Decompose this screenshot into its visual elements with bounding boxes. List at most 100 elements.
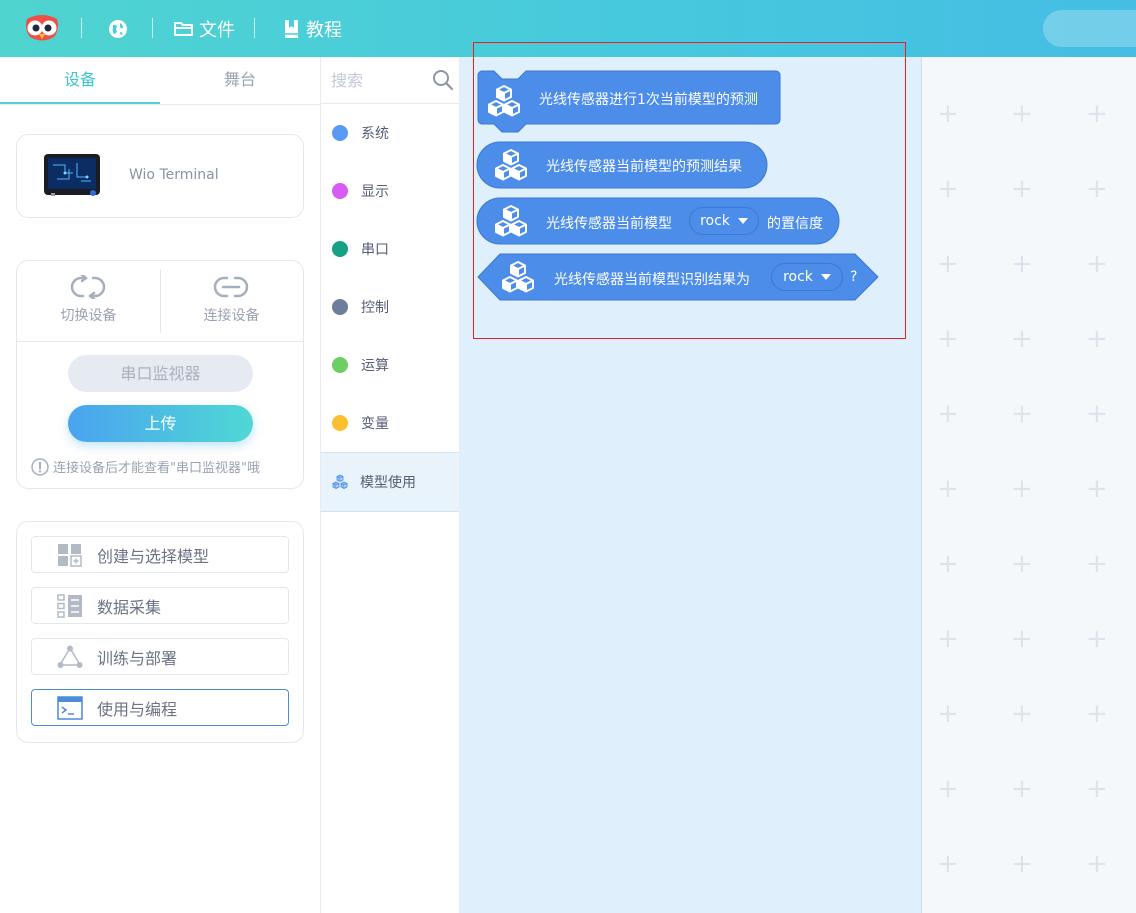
category-label: 控制 — [361, 300, 389, 316]
folder-icon — [174, 22, 193, 36]
category-color-dot — [332, 241, 348, 257]
connect-device-label: 连接设备 — [203, 308, 260, 324]
grid-plus-mark: + — [1011, 549, 1033, 579]
category-operators[interactable]: 运算 — [321, 336, 459, 394]
switch-icon — [70, 275, 106, 299]
toolbar-divider — [152, 18, 153, 38]
prediction-result-block-text: 光线传感器当前模型的预测结果 — [546, 159, 742, 175]
category-system[interactable]: 系统 — [321, 104, 459, 162]
cubes-icon — [495, 205, 527, 237]
grid-plus-mark: + — [1086, 324, 1108, 354]
train-deploy-button[interactable]: 训练与部署 — [31, 638, 289, 675]
terminal-icon — [57, 695, 83, 720]
triangle-nodes-icon — [57, 645, 83, 668]
tutorial-menu-label: 教程 — [306, 20, 342, 41]
cubes-icon — [495, 149, 527, 181]
use-program-button[interactable]: 使用与编程 — [31, 689, 289, 726]
book-icon — [285, 20, 298, 38]
is-result-block-text-after: ? — [850, 269, 858, 285]
caret-down-icon — [737, 218, 748, 224]
account-pill[interactable] — [1043, 10, 1136, 47]
grid-plus-mark: + — [937, 324, 959, 354]
grid-plus-mark: + — [937, 624, 959, 654]
grid-plus-mark: + — [1086, 249, 1108, 279]
search-icon[interactable] — [432, 69, 454, 91]
predict-once-block-text: 光线传感器进行1次当前模型的预测 — [539, 92, 758, 108]
code-workspace[interactable]: + + + + + + + + + + + + + + + + + + + + + + + + + + + + + + + + + — [922, 57, 1136, 913]
category-label: 模型使用 — [360, 475, 416, 491]
file-menu[interactable]: 文件 — [174, 16, 235, 42]
cubes-icon — [488, 85, 520, 117]
connect-device-button[interactable]: 连接设备 — [160, 261, 303, 341]
grid-plus-mark: + — [1086, 174, 1108, 204]
grid-plus-mark: + — [937, 174, 959, 204]
data-list-icon — [57, 593, 82, 618]
grid-plus-mark: + — [1086, 849, 1108, 879]
create-model-label: 创建与选择模型 — [97, 546, 210, 566]
grid-plus-mark: + — [1011, 174, 1033, 204]
category-serial[interactable]: 串口 — [321, 220, 459, 278]
top-bar: 文件 教程 — [0, 0, 1136, 57]
owl-logo-icon[interactable] — [24, 13, 60, 43]
device-name: Wio Terminal — [129, 167, 219, 183]
class-dropdown-value: rock — [700, 213, 730, 229]
panel-tabs: 设备 舞台 — [0, 57, 320, 105]
category-color-dot — [332, 415, 348, 431]
link-icon — [213, 276, 249, 298]
category-label: 串口 — [361, 242, 389, 258]
category-display[interactable]: 显示 — [321, 162, 459, 220]
data-collection-button[interactable]: 数据采集 — [31, 587, 289, 624]
grid-plus-mark: + — [1086, 399, 1108, 429]
create-model-button[interactable]: 创建与选择模型 — [31, 536, 289, 573]
train-deploy-label: 训练与部署 — [97, 648, 178, 668]
category-color-dot — [332, 183, 348, 199]
tutorial-menu[interactable]: 教程 — [283, 16, 342, 42]
category-variables[interactable]: 变量 — [321, 394, 459, 452]
device-card[interactable]: Wio Terminal — [16, 134, 304, 218]
grid-plus-mark: + — [937, 549, 959, 579]
divider — [17, 341, 303, 342]
toolbar-divider — [81, 18, 82, 38]
globe-icon[interactable] — [108, 19, 128, 39]
search-input[interactable] — [329, 67, 428, 93]
grid-plus-mark: + — [1011, 774, 1033, 804]
switch-device-button[interactable]: 切换设备 — [17, 261, 160, 341]
data-collection-label: 数据采集 — [97, 597, 162, 617]
switch-device-label: 切换设备 — [60, 308, 117, 324]
category-label: 运算 — [361, 358, 389, 374]
confidence-block-text-after: 的置信度 — [767, 216, 823, 232]
class-dropdown-value: rock — [783, 269, 813, 285]
tab-device[interactable]: 设备 — [0, 57, 160, 104]
category-label: 系统 — [361, 126, 389, 142]
upload-button[interactable]: 上传 — [68, 405, 253, 442]
category-model-use[interactable]: 模型使用 — [321, 452, 459, 512]
class-dropdown[interactable]: rock — [689, 207, 759, 235]
category-color-dot — [332, 357, 348, 373]
grid-plus-mark: + — [1011, 474, 1033, 504]
model-grid-icon — [58, 543, 82, 567]
wio-terminal-image — [44, 154, 100, 196]
grid-plus-mark: + — [1011, 399, 1033, 429]
file-menu-label: 文件 — [199, 20, 235, 41]
block-categories: 系统 显示 串口 控制 运算 变量 模型使用 — [321, 57, 460, 913]
grid-plus-mark: + — [937, 699, 959, 729]
device-panel: 设备 舞台 Wio Terminal 切换设备 连接设备 串口监视器 上传 连接… — [0, 57, 321, 913]
grid-plus-mark: + — [1086, 549, 1108, 579]
info-icon — [31, 457, 49, 476]
grid-plus-mark: + — [1011, 624, 1033, 654]
class-dropdown[interactable]: rock — [771, 263, 843, 291]
serial-monitor-button[interactable]: 串口监视器 — [68, 355, 253, 392]
grid-plus-mark: + — [937, 474, 959, 504]
grid-plus-mark: + — [937, 99, 959, 129]
use-program-label: 使用与编程 — [97, 699, 178, 719]
category-color-dot — [332, 299, 348, 315]
cubes-icon — [502, 261, 534, 293]
grid-plus-mark: + — [937, 399, 959, 429]
grid-plus-mark: + — [1011, 699, 1033, 729]
grid-plus-mark: + — [937, 249, 959, 279]
grid-plus-mark: + — [1086, 99, 1108, 129]
category-control[interactable]: 控制 — [321, 278, 459, 336]
grid-plus-mark: + — [1011, 849, 1033, 879]
tab-stage[interactable]: 舞台 — [160, 57, 320, 104]
grid-plus-mark: + — [1086, 774, 1108, 804]
